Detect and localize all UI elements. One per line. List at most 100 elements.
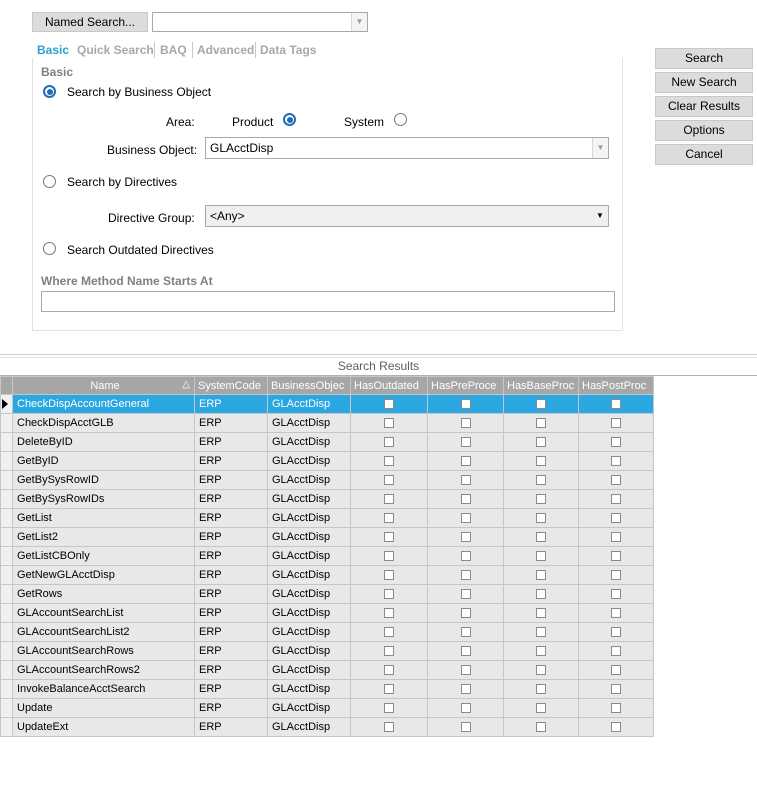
cell-haspostproc[interactable] [578, 603, 654, 623]
chevron-down-icon[interactable]: ▼ [351, 13, 367, 31]
cell-systemcode[interactable]: ERP [194, 679, 268, 699]
cell-systemcode[interactable]: ERP [194, 470, 268, 490]
hasbaseproc-checkbox[interactable] [536, 475, 546, 486]
hasoutdated-checkbox[interactable] [384, 627, 394, 638]
named-search-button[interactable]: Named Search... [32, 12, 148, 32]
cell-businessobject[interactable]: GLAcctDisp [267, 394, 351, 414]
table-row[interactable]: GetBySysRowIDs ERP GLAcctDisp [0, 489, 654, 509]
cell-hasbaseproc[interactable] [503, 565, 579, 585]
new-search-button[interactable]: New Search [655, 72, 753, 93]
cell-name[interactable]: GetBySysRowID [12, 470, 195, 490]
tab-baq[interactable]: BAQ [160, 43, 187, 57]
cell-systemcode[interactable]: ERP [194, 413, 268, 433]
haspostproc-checkbox[interactable] [611, 475, 621, 486]
haspreproc-checkbox[interactable] [460, 513, 471, 524]
cell-name[interactable]: CheckDispAccountGeneral [12, 394, 195, 414]
hasbaseproc-checkbox[interactable] [536, 570, 546, 581]
hasoutdated-checkbox[interactable] [384, 437, 394, 448]
cell-systemcode[interactable]: ERP [194, 660, 268, 680]
cell-haspreproc[interactable] [427, 660, 504, 680]
cell-haspreproc[interactable] [427, 546, 504, 566]
cell-name[interactable]: GetNewGLAcctDisp [12, 565, 195, 585]
tab-data-tags[interactable]: Data Tags [260, 43, 316, 57]
haspostproc-checkbox[interactable] [611, 684, 621, 695]
hasoutdated-checkbox[interactable] [384, 570, 394, 581]
cell-businessobject[interactable]: GLAcctDisp [267, 679, 351, 699]
haspostproc-checkbox[interactable] [611, 665, 621, 676]
cell-haspreproc[interactable] [427, 717, 504, 737]
cell-hasoutdated[interactable] [350, 489, 428, 509]
cell-haspostproc[interactable] [578, 565, 654, 585]
haspreproc-checkbox[interactable] [460, 399, 471, 410]
cell-haspreproc[interactable] [427, 679, 504, 699]
table-row[interactable]: CheckDispAcctGLB ERP GLAcctDisp [0, 413, 654, 433]
row-indicator[interactable] [0, 698, 13, 718]
table-row[interactable]: GetList2 ERP GLAcctDisp [0, 527, 654, 547]
row-indicator[interactable] [0, 679, 13, 699]
cell-systemcode[interactable]: ERP [194, 432, 268, 452]
cell-hasoutdated[interactable] [350, 451, 428, 471]
cell-hasoutdated[interactable] [350, 508, 428, 528]
cell-haspreproc[interactable] [427, 413, 504, 433]
row-indicator[interactable] [0, 660, 13, 680]
hasbaseproc-checkbox[interactable] [536, 608, 546, 619]
table-row[interactable]: DeleteByID ERP GLAcctDisp [0, 432, 654, 452]
cell-hasoutdated[interactable] [350, 679, 428, 699]
table-row[interactable]: GetList ERP GLAcctDisp [0, 508, 654, 528]
hasbaseproc-checkbox[interactable] [536, 627, 546, 638]
cell-businessobject[interactable]: GLAcctDisp [267, 508, 351, 528]
hasoutdated-checkbox[interactable] [384, 475, 394, 486]
cell-systemcode[interactable]: ERP [194, 394, 268, 414]
cell-hasoutdated[interactable] [350, 584, 428, 604]
haspostproc-checkbox[interactable] [611, 532, 621, 543]
haspostproc-checkbox[interactable] [611, 703, 621, 714]
cell-name[interactable]: GetByID [12, 451, 195, 471]
hasbaseproc-checkbox[interactable] [536, 437, 546, 448]
cancel-button[interactable]: Cancel [655, 144, 753, 165]
column-header-name[interactable]: Name △ [12, 376, 195, 395]
column-header-haspreproc[interactable]: HasPreProce [427, 376, 504, 395]
cell-systemcode[interactable]: ERP [194, 717, 268, 737]
clear-results-button[interactable]: Clear Results [655, 96, 753, 117]
hasoutdated-checkbox[interactable] [384, 589, 394, 600]
cell-name[interactable]: GetList2 [12, 527, 195, 547]
row-indicator[interactable] [0, 413, 13, 433]
haspostproc-checkbox[interactable] [611, 513, 621, 524]
named-search-combo[interactable]: ▼ [152, 12, 368, 32]
table-row[interactable]: GLAccountSearchList2 ERP GLAcctDisp [0, 622, 654, 642]
area-system-radio[interactable] [394, 113, 407, 126]
cell-haspostproc[interactable] [578, 622, 654, 642]
cell-hasbaseproc[interactable] [503, 641, 579, 661]
cell-haspreproc[interactable] [427, 451, 504, 471]
haspostproc-checkbox[interactable] [611, 570, 621, 581]
cell-systemcode[interactable]: ERP [194, 489, 268, 509]
haspostproc-checkbox[interactable] [611, 399, 621, 410]
cell-hasoutdated[interactable] [350, 527, 428, 547]
cell-hasoutdated[interactable] [350, 565, 428, 585]
haspreproc-checkbox[interactable] [460, 684, 471, 695]
cell-haspostproc[interactable] [578, 546, 654, 566]
tab-advanced[interactable]: Advanced [197, 43, 254, 57]
table-row[interactable]: GLAccountSearchRows ERP GLAcctDisp [0, 641, 654, 661]
row-indicator[interactable] [0, 622, 13, 642]
cell-businessobject[interactable]: GLAcctDisp [267, 413, 351, 433]
cell-haspreproc[interactable] [427, 527, 504, 547]
row-indicator[interactable] [0, 432, 13, 452]
cell-name[interactable]: CheckDispAcctGLB [12, 413, 195, 433]
hasoutdated-checkbox[interactable] [384, 494, 394, 505]
haspostproc-checkbox[interactable] [611, 551, 621, 562]
haspreproc-checkbox[interactable] [460, 646, 471, 657]
cell-haspostproc[interactable] [578, 432, 654, 452]
row-indicator[interactable] [0, 641, 13, 661]
cell-businessobject[interactable]: GLAcctDisp [267, 641, 351, 661]
hasbaseproc-checkbox[interactable] [536, 513, 546, 524]
cell-systemcode[interactable]: ERP [194, 641, 268, 661]
row-indicator[interactable] [0, 489, 13, 509]
table-row[interactable]: GetByID ERP GLAcctDisp [0, 451, 654, 471]
cell-systemcode[interactable]: ERP [194, 451, 268, 471]
haspostproc-checkbox[interactable] [611, 608, 621, 619]
cell-haspostproc[interactable] [578, 413, 654, 433]
row-indicator[interactable] [0, 565, 13, 585]
haspreproc-checkbox[interactable] [460, 570, 471, 581]
cell-businessobject[interactable]: GLAcctDisp [267, 622, 351, 642]
